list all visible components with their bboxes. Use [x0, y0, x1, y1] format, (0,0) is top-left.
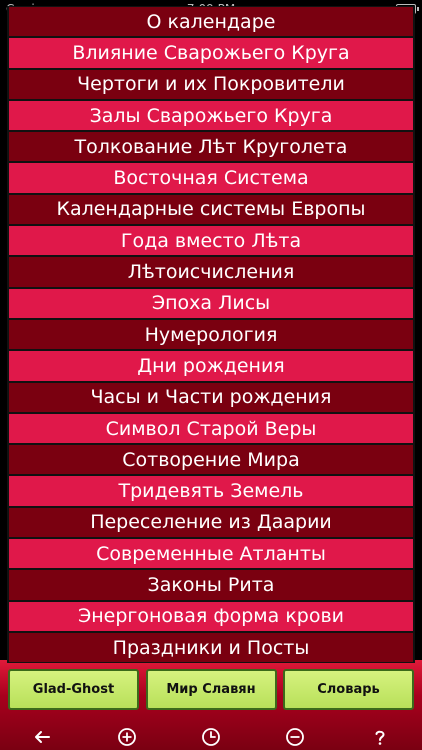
slovar-button[interactable]: Словарь — [283, 669, 414, 710]
menu-item-svarog-circle-halls[interactable]: Залы Сварожьего Круга — [7, 99, 415, 132]
menu-item-svarog-circle-influence[interactable]: Влияние Сварожьего Круга — [7, 37, 415, 69]
menu-item-eastern-system[interactable]: Восточная Система — [7, 162, 415, 194]
app-screen: Carrier 7:09 PM О календаре Влияние Свар… — [0, 0, 422, 750]
menu-item-numerology[interactable]: Нумерология — [7, 318, 415, 351]
menu-item-modern-atlanteans[interactable]: Современные Атланты — [7, 538, 415, 570]
menu-item-chronologies[interactable]: Лѣтоисчисления — [7, 256, 415, 288]
bottom-toolbar — [0, 724, 422, 750]
menu-item-rita-laws[interactable]: Законы Рита — [7, 569, 415, 601]
menu-item-birth-hours[interactable]: Часы и Части рождения — [7, 381, 415, 413]
mir-slavyan-button[interactable]: Мир Славян — [145, 669, 277, 710]
plus-circle-icon[interactable] — [116, 726, 138, 748]
menu-item-goda-vmesto-leta[interactable]: Года вместо Лѣта — [7, 225, 415, 257]
menu-item-world-creation[interactable]: Сотворение Мира — [7, 444, 415, 476]
menu-item-fox-epoch[interactable]: Эпоха Лисы — [7, 287, 415, 319]
menu-item-european-calendars[interactable]: Календарные системы Европы — [7, 193, 415, 226]
glad-ghost-button[interactable]: Glad-Ghost — [8, 669, 139, 710]
menu-item-energon-blood[interactable]: Энергоновая форма крови — [7, 600, 415, 632]
menu-item-birthdays[interactable]: Дни рождения — [7, 350, 415, 382]
question-icon[interactable] — [369, 726, 391, 748]
topics-menu: О календаре Влияние Сварожьего Круга Чер… — [7, 6, 415, 664]
menu-item-holidays-fasts[interactable]: Праздники и Посты — [7, 631, 415, 664]
menu-item-about-calendar[interactable]: О календаре — [7, 6, 415, 38]
bottom-buttons: Glad-Ghost Мир Славян Словарь — [8, 669, 414, 710]
menu-item-thrice-nine-lands[interactable]: Тридевять Земель — [7, 475, 415, 507]
menu-item-years-interpretation[interactable]: Толкование Лѣт Круголета — [7, 131, 415, 163]
menu-item-daaria-migration[interactable]: Переселение из Даарии — [7, 506, 415, 539]
menu-item-halls-and-patrons[interactable]: Чертоги и их Покровители — [7, 68, 415, 100]
minus-circle-icon[interactable] — [284, 726, 306, 748]
clock-icon[interactable] — [200, 726, 222, 748]
back-arrow-icon[interactable] — [31, 726, 53, 748]
menu-item-old-faith-symbol[interactable]: Символ Старой Веры — [7, 412, 415, 445]
